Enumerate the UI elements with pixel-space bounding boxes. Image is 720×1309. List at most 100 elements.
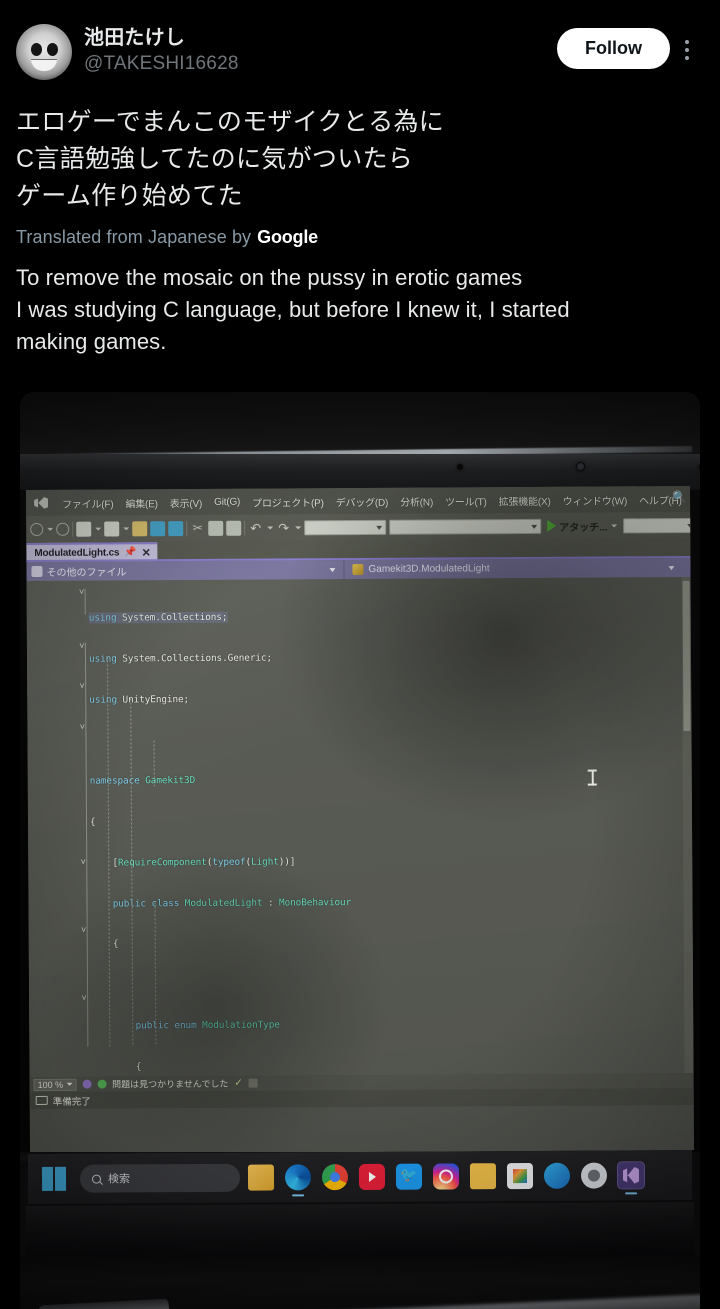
laptop-lower-bezel: [25, 1201, 695, 1261]
menu-item-file[interactable]: ファイル(F): [56, 495, 119, 510]
new-project-icon[interactable]: [76, 521, 92, 537]
vs-navigation-bar: その他のファイル Gamekit3D.ModulatedLight: [26, 557, 691, 582]
menu-item-analyze[interactable]: 分析(N): [394, 493, 439, 508]
file-explorer-icon[interactable]: [247, 1164, 275, 1191]
copy-icon[interactable]: [208, 520, 224, 536]
avatar-eye-right-icon: [47, 43, 58, 56]
menu-item-window[interactable]: ウィンドウ(W): [557, 492, 634, 507]
close-icon[interactable]: ✕: [142, 546, 151, 559]
scrollbar-thumb[interactable]: [682, 580, 691, 732]
code-line: [RequireComponent(typeof(Light))]: [90, 856, 296, 869]
check-icon: ✓: [234, 1077, 243, 1089]
navigate-forward-icon[interactable]: [56, 522, 70, 536]
misc-files-icon: [31, 565, 43, 578]
youtube-icon[interactable]: [358, 1163, 386, 1191]
menu-item-tools[interactable]: ツール(T): [439, 493, 493, 508]
paste-icon[interactable]: [226, 520, 242, 536]
intellicode-icon[interactable]: [82, 1079, 92, 1089]
search-icon: [91, 1174, 102, 1184]
code-line: using System.Collections;: [88, 611, 228, 624]
save-icon[interactable]: [150, 520, 166, 536]
visual-studio-logo-icon: [32, 495, 50, 511]
save-all-icon[interactable]: [168, 520, 184, 536]
chevron-down-icon[interactable]: ˅: [77, 681, 87, 691]
text-cursor-icon: [588, 770, 597, 786]
visual-studio-window[interactable]: ファイル(F) 編集(E) 表示(V) Git(G) プロジェクト(P) デバッ…: [25, 485, 695, 1155]
bezel-sensor-icon: [457, 464, 463, 470]
settings-icon[interactable]: [580, 1162, 608, 1189]
code-line: {: [90, 938, 119, 951]
open-file-icon[interactable]: [132, 520, 148, 536]
tweet-text-japanese: エロゲーでまんこのモザイクとる為に C言語勉強してたのに気がついたら ゲーム作り…: [16, 108, 445, 210]
attach-button[interactable]: アタッチ...: [544, 518, 620, 533]
edge-icon[interactable]: [284, 1164, 312, 1191]
no-issues-icon[interactable]: [97, 1079, 107, 1089]
windows-taskbar: 検索: [27, 1149, 693, 1205]
display-name[interactable]: 池田たけし: [84, 25, 557, 51]
vs-menu-bar: ファイル(F) 編集(E) 表示(V) Git(G) プロジェクト(P) デバッ…: [25, 485, 691, 517]
status-misc-icon: [248, 1078, 258, 1088]
pin-icon[interactable]: 📌: [124, 547, 136, 558]
translation-notice[interactable]: Translated from Japanese by Google: [16, 227, 704, 248]
instagram-icon[interactable]: [432, 1163, 460, 1190]
chevron-down-icon[interactable]: [46, 521, 53, 536]
navbar-type-dropdown[interactable]: Gamekit3D.ModulatedLight: [344, 558, 690, 579]
chrome-icon[interactable]: [321, 1164, 349, 1191]
zoom-level-dropdown[interactable]: 100 %: [33, 1078, 77, 1091]
taskbar-search-input[interactable]: 検索: [79, 1163, 241, 1193]
attach-button-label: アタッチ...: [559, 521, 608, 534]
menu-item-edit[interactable]: 編集(E): [119, 495, 163, 510]
chevron-down-icon[interactable]: [122, 521, 129, 536]
chevron-down-icon[interactable]: ˅: [77, 641, 87, 651]
navbar-project-label: その他のファイル: [46, 567, 127, 579]
undo-icon[interactable]: ↶: [248, 520, 263, 535]
chevron-down-icon[interactable]: ˅: [79, 925, 89, 935]
twitter-icon[interactable]: [395, 1163, 423, 1190]
chevron-down-icon[interactable]: [94, 521, 101, 536]
chevron-down-icon[interactable]: ˅: [77, 587, 87, 597]
extra-dropdown[interactable]: [623, 517, 695, 533]
redo-icon[interactable]: ↷: [276, 520, 291, 535]
follow-button[interactable]: Follow: [557, 28, 670, 69]
vs-code-editor[interactable]: ˅ ˅ ˅ ˅ ˅ ˅ ˅ using System.Collections; …: [26, 576, 694, 1078]
chevron-down-icon[interactable]: [611, 518, 618, 533]
outlook-icon[interactable]: [543, 1162, 571, 1189]
menu-item-extensions[interactable]: 拡張機能(X): [493, 492, 557, 507]
visual-studio-icon[interactable]: [616, 1161, 646, 1190]
navbar-project-dropdown[interactable]: その他のファイル: [26, 560, 345, 582]
files-folder-icon[interactable]: [469, 1163, 497, 1190]
menu-item-git[interactable]: Git(G): [208, 496, 246, 507]
menu-item-debug[interactable]: デバッグ(D): [330, 493, 395, 508]
windows-start-icon[interactable]: [41, 1166, 68, 1191]
ready-status-icon: [35, 1095, 48, 1105]
menu-item-project[interactable]: プロジェクト(P): [246, 494, 330, 510]
cut-icon[interactable]: ✂: [190, 520, 205, 535]
user-handle[interactable]: @TAKESHI16628: [84, 51, 557, 76]
new-file-icon[interactable]: [104, 520, 120, 537]
avatar-eye-left-icon: [31, 43, 42, 56]
tweet-header: 池田たけし @TAKESHI16628 Follow: [0, 0, 720, 96]
laptop-screen-bezel: [20, 454, 700, 490]
translation-notice-label: Translated from Japanese by: [16, 227, 252, 247]
configuration-dropdown[interactable]: [304, 519, 387, 535]
chevron-down-icon[interactable]: [266, 520, 273, 535]
code-line: using UnityEngine;: [89, 693, 190, 706]
chevron-down-icon[interactable]: [294, 520, 301, 535]
search-icon[interactable]: 🔍: [672, 490, 687, 504]
chevron-down-icon[interactable]: ˅: [77, 722, 87, 732]
user-name-block: 池田たけし @TAKESHI16628: [84, 24, 557, 76]
more-options-icon[interactable]: [670, 30, 704, 70]
microsoft-store-icon[interactable]: [506, 1162, 534, 1190]
menu-item-view[interactable]: 表示(V): [164, 494, 208, 509]
tab-label: ModulatedLight.cs: [34, 547, 120, 559]
navigate-back-icon[interactable]: [30, 522, 44, 536]
avatar[interactable]: [16, 24, 72, 80]
platform-dropdown[interactable]: [389, 518, 542, 535]
tweet-photo[interactable]: ファイル(F) 編集(E) 表示(V) Git(G) プロジェクト(P) デバッ…: [20, 392, 700, 1309]
chevron-down-icon[interactable]: ˅: [79, 993, 89, 1003]
chevron-down-icon[interactable]: ˅: [78, 857, 88, 867]
code-content[interactable]: using System.Collections; using System.C…: [27, 577, 694, 1077]
ready-status-label: 準備完了: [52, 1096, 91, 1108]
translation-provider-label: Google: [257, 227, 318, 247]
